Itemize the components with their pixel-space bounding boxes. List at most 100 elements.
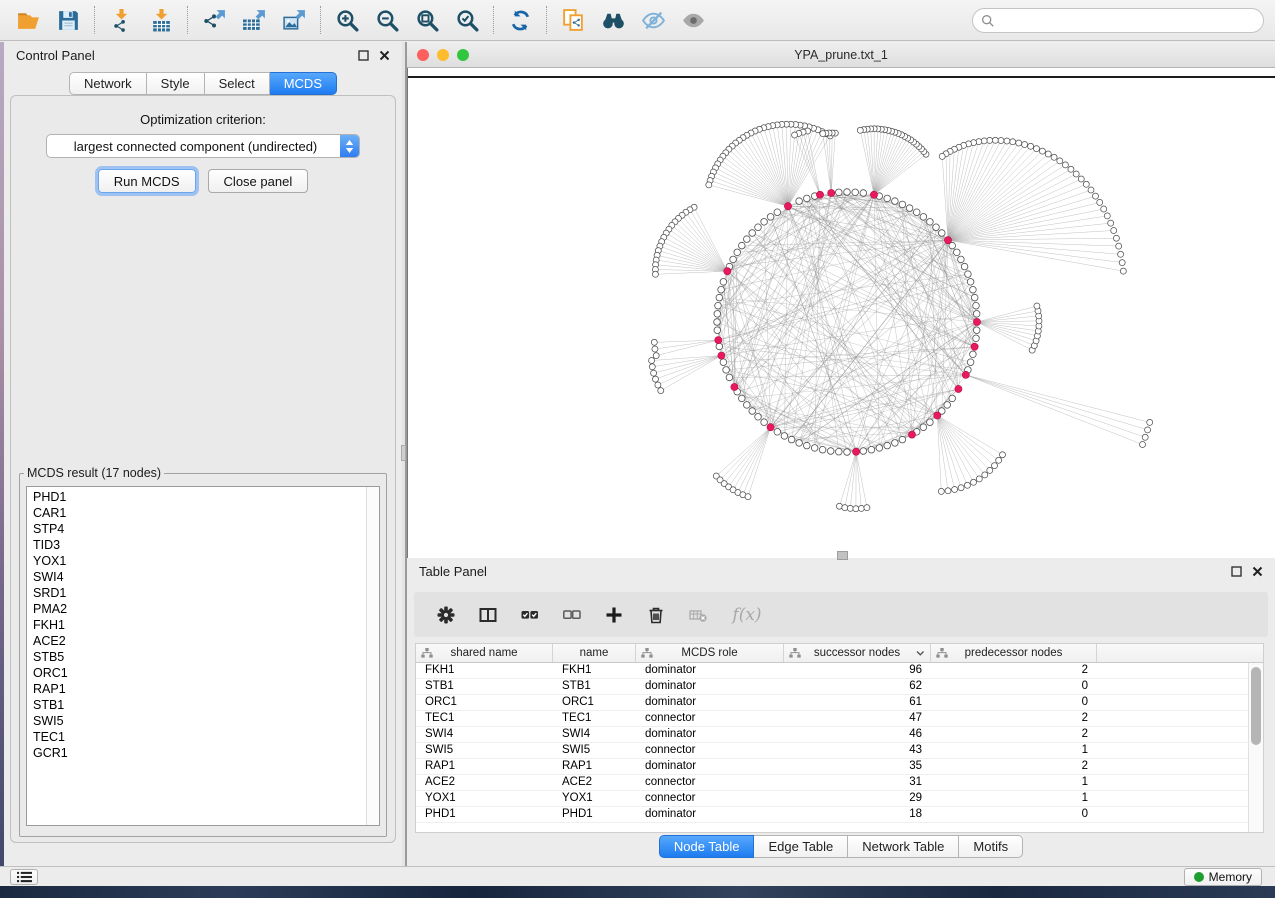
table-scrollbar-thumb[interactable]: [1251, 667, 1261, 745]
mcds-result-item[interactable]: STB1: [33, 697, 379, 713]
mcds-result-item[interactable]: SWI4: [33, 569, 379, 585]
cell-predecessor-nodes: 2: [931, 727, 1097, 742]
tab-node-table[interactable]: Node Table: [659, 835, 755, 858]
column-header-filler: [1097, 644, 1263, 662]
column-header-shared-name[interactable]: shared name: [416, 644, 553, 662]
import-network-button[interactable]: [101, 4, 141, 36]
table-row[interactable]: FKH1FKH1dominator962: [416, 663, 1263, 679]
cell-name: YOX1: [553, 791, 636, 806]
cell-name: STB1: [553, 679, 636, 694]
table-toolbar: f(x): [414, 592, 1268, 637]
search-box[interactable]: [972, 8, 1264, 33]
mcds-list-scrollbar[interactable]: [366, 487, 379, 825]
clone-network-button[interactable]: [553, 4, 593, 36]
close-panel-button[interactable]: Close panel: [208, 169, 309, 193]
close-panel-icon[interactable]: [1252, 566, 1263, 577]
tab-network-table[interactable]: Network Table: [848, 835, 959, 858]
tree-icon: [421, 648, 433, 658]
network-graph[interactable]: [408, 68, 1275, 558]
clear-selection-button[interactable]: [562, 605, 582, 625]
delete-column-button[interactable]: [646, 605, 666, 625]
zoom-out-button[interactable]: [367, 4, 407, 36]
mcds-result-item[interactable]: PMA2: [33, 601, 379, 617]
column-header-MCDS-role[interactable]: MCDS role: [636, 644, 784, 662]
export-network-icon: [202, 8, 227, 33]
criterion-dropdown[interactable]: largest connected component (undirected): [46, 134, 360, 158]
export-table-button[interactable]: [234, 4, 274, 36]
cell-shared-name: ACE2: [416, 775, 553, 790]
tab-edge-table[interactable]: Edge Table: [754, 835, 848, 858]
column-label: shared name: [416, 647, 552, 659]
cell-MCDS-role: dominator: [636, 759, 784, 774]
zoom-fit-button[interactable]: [407, 4, 447, 36]
refresh-view-button[interactable]: [500, 4, 540, 36]
mcds-result-item[interactable]: SWI5: [33, 713, 379, 729]
close-panel-icon[interactable]: [379, 50, 390, 61]
mcds-result-item[interactable]: RAP1: [33, 681, 379, 697]
table-row[interactable]: YOX1YOX1connector291: [416, 791, 1263, 807]
search-icon: [981, 14, 995, 28]
clone-network-icon: [561, 8, 586, 33]
mcds-result-item[interactable]: ORC1: [33, 665, 379, 681]
vertical-splitter-handle[interactable]: [401, 445, 406, 461]
mcds-result-item[interactable]: YOX1: [33, 553, 379, 569]
mcds-result-list[interactable]: PHD1CAR1STP4TID3YOX1SWI4SRD1PMA2FKH1ACE2…: [26, 486, 380, 826]
mcds-result-item[interactable]: PHD1: [33, 489, 379, 505]
find-neighbors-button[interactable]: [593, 4, 633, 36]
search-input[interactable]: [1000, 13, 1255, 29]
network-canvas[interactable]: [407, 68, 1275, 558]
tab-select[interactable]: Select: [205, 72, 270, 95]
table-row[interactable]: SWI4SWI4dominator462: [416, 727, 1263, 743]
float-panel-icon[interactable]: [1231, 566, 1242, 577]
mcds-result-item[interactable]: GCR1: [33, 745, 379, 761]
export-image-button[interactable]: [274, 4, 314, 36]
tab-style[interactable]: Style: [147, 72, 205, 95]
table-row[interactable]: STB1STB1dominator620: [416, 679, 1263, 695]
run-mcds-button[interactable]: Run MCDS: [98, 169, 196, 193]
column-header-name[interactable]: name: [553, 644, 636, 662]
zoom-in-button[interactable]: [327, 4, 367, 36]
table-row[interactable]: SWI5SWI5connector431: [416, 743, 1263, 759]
memory-button[interactable]: Memory: [1184, 868, 1262, 886]
export-network-button[interactable]: [194, 4, 234, 36]
table-row[interactable]: ORC1ORC1dominator610: [416, 695, 1263, 711]
tab-motifs[interactable]: Motifs: [959, 835, 1023, 858]
cell-shared-name: SWI5: [416, 743, 553, 758]
column-header-predecessor-nodes[interactable]: predecessor nodes: [931, 644, 1097, 662]
select-all-button[interactable]: [520, 605, 540, 625]
table-row[interactable]: TEC1TEC1connector472: [416, 711, 1263, 727]
save-session-button[interactable]: [48, 4, 88, 36]
mcds-result-item[interactable]: TEC1: [33, 729, 379, 745]
create-column-button[interactable]: [604, 605, 624, 625]
hide-selected-button[interactable]: [633, 4, 673, 36]
mcds-result-item[interactable]: SRD1: [33, 585, 379, 601]
tab-network[interactable]: Network: [69, 72, 147, 95]
table-settings-button[interactable]: [436, 605, 456, 625]
cell-successor-nodes: 47: [784, 711, 931, 726]
show-columns-button[interactable]: [478, 605, 498, 625]
table-row[interactable]: ACE2ACE2connector311: [416, 775, 1263, 791]
cell-successor-nodes: 35: [784, 759, 931, 774]
mcds-result-item[interactable]: CAR1: [33, 505, 379, 521]
mcds-result-item[interactable]: ACE2: [33, 633, 379, 649]
import-table-button[interactable]: [141, 4, 181, 36]
tab-mcds[interactable]: MCDS: [270, 72, 337, 95]
show-all-button[interactable]: [673, 4, 713, 36]
table-row[interactable]: RAP1RAP1dominator352: [416, 759, 1263, 775]
table-scrollbar[interactable]: [1248, 663, 1263, 832]
mcds-result-item[interactable]: STB5: [33, 649, 379, 665]
mcds-result-item[interactable]: TID3: [33, 537, 379, 553]
clear-selection-icon: [563, 606, 581, 624]
float-panel-icon[interactable]: [358, 50, 369, 61]
task-history-button[interactable]: [10, 869, 38, 885]
criterion-label: Optimization criterion:: [11, 112, 395, 127]
horizontal-splitter-handle[interactable]: [837, 551, 848, 560]
cell-MCDS-role: dominator: [636, 807, 784, 822]
mcds-result-item[interactable]: STP4: [33, 521, 379, 537]
open-session-button[interactable]: [8, 4, 48, 36]
zoom-selected-button[interactable]: [447, 4, 487, 36]
mcds-result-item[interactable]: FKH1: [33, 617, 379, 633]
toolbar-separator: [493, 6, 494, 34]
column-header-successor-nodes[interactable]: successor nodes: [784, 644, 931, 662]
table-row[interactable]: PHD1PHD1dominator180: [416, 807, 1263, 823]
